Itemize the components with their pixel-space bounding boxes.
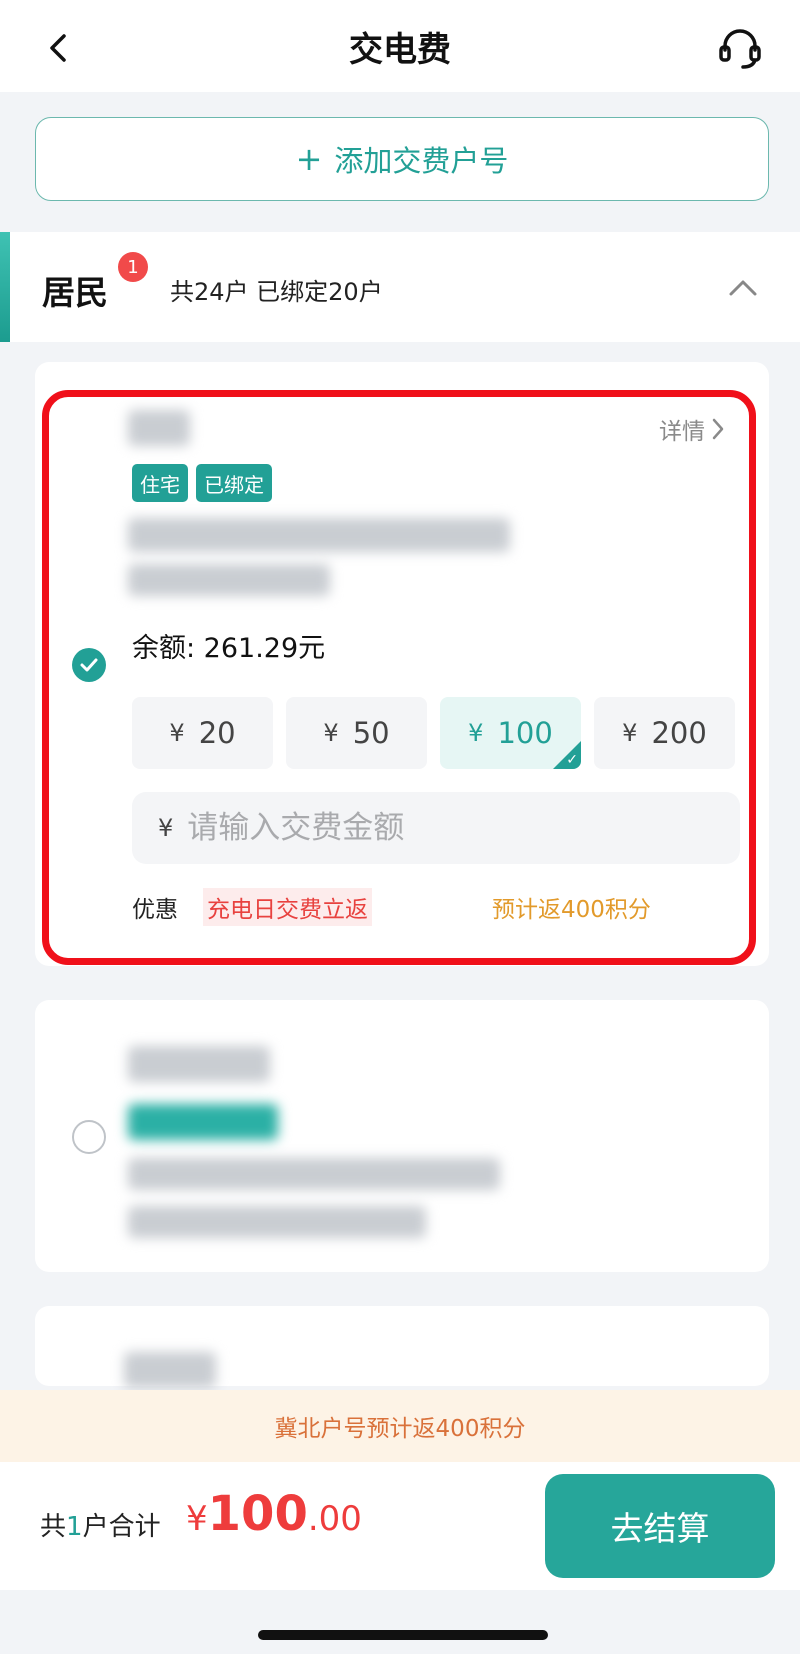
redacted-tags <box>128 1104 278 1140</box>
page-title: 交电费 <box>349 30 451 70</box>
total-suffix: 户合计 <box>82 1512 161 1542</box>
amount-decimal: .00 <box>307 1499 362 1539</box>
amount-integer: 100 <box>207 1486 308 1542</box>
total-count: 1 <box>66 1512 83 1542</box>
checkout-button[interactable]: 去结算 <box>545 1474 775 1578</box>
chevron-up-icon[interactable] <box>726 272 760 302</box>
total-summary: 共 1 户合计 <box>40 1506 161 1543</box>
notification-badge: 1 <box>118 252 148 282</box>
section-count: 共24户 已绑定20户 <box>170 278 383 306</box>
unselected-radio[interactable] <box>72 1120 106 1154</box>
section-accent-bar <box>0 232 10 342</box>
redacted-account-number <box>128 1158 500 1190</box>
redacted-address <box>128 1206 426 1238</box>
section-header-residential[interactable]: 居民 1 共24户 已绑定20户 <box>0 232 800 342</box>
plus-icon: + <box>295 140 323 178</box>
customer-service-icon[interactable] <box>716 24 764 72</box>
add-account-label: 添加交费户号 <box>334 144 509 178</box>
points-notice: 冀北户号预计返400积分 <box>0 1390 800 1462</box>
redacted-account-name <box>124 1352 216 1388</box>
yen-symbol: ¥ <box>186 1499 208 1539</box>
highlight-box <box>42 390 756 965</box>
nav-bar: 交电费 <box>0 0 800 92</box>
redacted-account-name <box>128 1046 270 1082</box>
checkout-footer: 共 1 户合计 ¥ 100 .00 去结算 <box>0 1462 800 1590</box>
add-account-button[interactable]: + 添加交费户号 <box>35 117 769 201</box>
total-amount: ¥ 100 .00 <box>186 1486 362 1542</box>
section-title: 居民 <box>42 273 108 312</box>
total-prefix: 共 <box>40 1512 67 1542</box>
home-indicator[interactable] <box>258 1630 548 1640</box>
